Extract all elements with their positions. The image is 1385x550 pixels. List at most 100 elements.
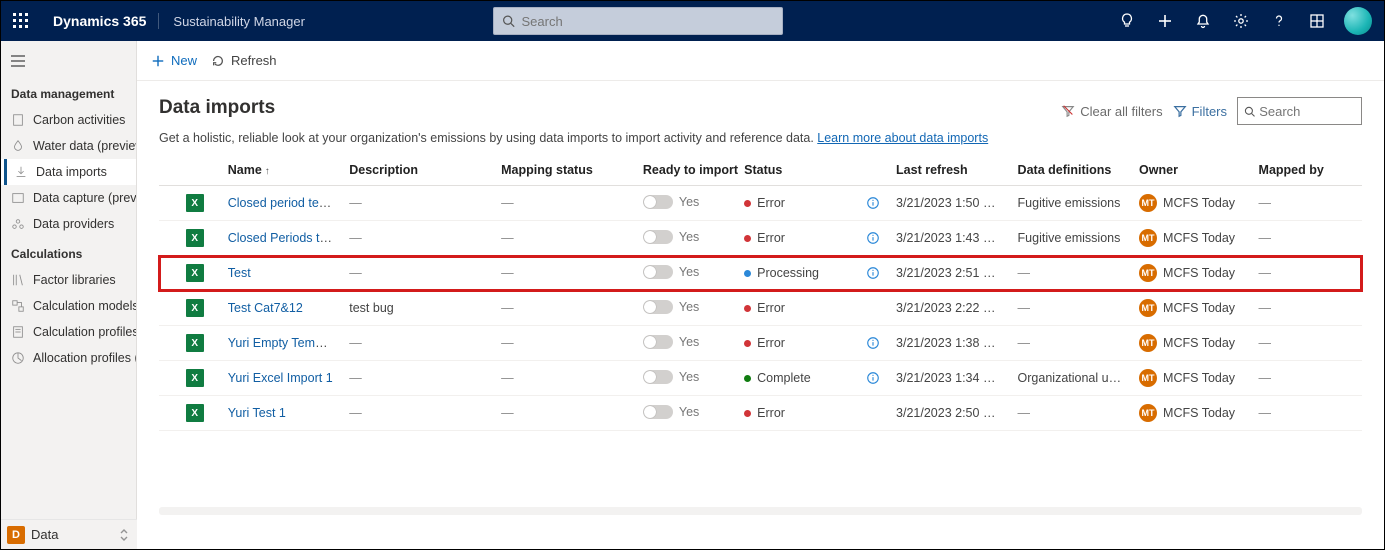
model-icon	[11, 299, 25, 313]
owner-cell[interactable]: MTMCFS Today	[1139, 229, 1242, 247]
ready-toggle[interactable]: Yes	[643, 370, 699, 384]
main-content: New Refresh Data imports Clear all filte…	[137, 41, 1384, 519]
info-icon[interactable]	[866, 336, 880, 350]
global-search[interactable]	[493, 7, 783, 35]
data-definitions-cell: —	[1010, 291, 1132, 326]
owner-cell[interactable]: MTMCFS Today	[1139, 194, 1242, 212]
new-button[interactable]: New	[151, 53, 197, 68]
dash-icon: —	[501, 231, 514, 245]
import-name-link[interactable]: Closed period test 2	[228, 196, 339, 210]
owner-cell[interactable]: MTMCFS Today	[1139, 404, 1242, 422]
lightbulb-icon[interactable]	[1108, 1, 1146, 41]
horizontal-scrollbar[interactable]	[159, 507, 1362, 515]
nav-calculation-profiles[interactable]: Calculation profiles	[1, 319, 136, 345]
import-name-link[interactable]: Test	[228, 266, 251, 280]
ready-toggle[interactable]: Yes	[643, 230, 699, 244]
nav-section-calculations: Calculations	[1, 237, 136, 267]
search-icon	[1244, 105, 1255, 118]
grid-search-input[interactable]	[1259, 104, 1355, 119]
nav-label: Calculation profiles	[33, 325, 136, 339]
nav-data-capture[interactable]: Data capture (preview)	[1, 185, 136, 211]
help-icon[interactable]	[1260, 1, 1298, 41]
global-search-input[interactable]	[521, 14, 774, 29]
col-mapped-by[interactable]: Mapped by	[1251, 155, 1362, 186]
owner-cell[interactable]: MTMCFS Today	[1139, 264, 1242, 282]
app-launcher-icon[interactable]	[1, 1, 41, 41]
bell-icon[interactable]	[1184, 1, 1222, 41]
search-icon	[502, 14, 515, 28]
dash-icon: —	[349, 336, 362, 350]
table-row[interactable]: X Yuri Test 1 — — Yes Error 3/21/2023 2:…	[159, 396, 1362, 431]
col-owner[interactable]: Owner	[1131, 155, 1250, 186]
area-switcher[interactable]: D Data	[1, 519, 137, 549]
learn-more-link[interactable]: Learn more about data imports	[817, 131, 988, 145]
clear-filters-button[interactable]: Clear all filters	[1061, 104, 1162, 119]
nav-data-imports[interactable]: Data imports	[1, 159, 136, 185]
add-icon[interactable]	[1146, 1, 1184, 41]
col-data-definitions[interactable]: Data definitions	[1010, 155, 1132, 186]
table-row[interactable]: X Yuri Empty Template … — — Yes Error 3/…	[159, 326, 1362, 361]
table-row[interactable]: X Test Cat7&12 test bug — Yes Error 3/21…	[159, 291, 1362, 326]
nav-data-providers[interactable]: Data providers	[1, 211, 136, 237]
owner-cell[interactable]: MTMCFS Today	[1139, 334, 1242, 352]
nav-water-data[interactable]: Water data (preview)	[1, 133, 136, 159]
owner-cell[interactable]: MTMCFS Today	[1139, 369, 1242, 387]
info-icon[interactable]	[866, 196, 880, 210]
filters-button[interactable]: Filters	[1173, 104, 1227, 119]
nav-allocation-profiles[interactable]: Allocation profiles (p…	[1, 345, 136, 371]
ready-toggle[interactable]: Yes	[643, 300, 699, 314]
col-ready[interactable]: Ready to import	[635, 155, 736, 186]
allocation-icon	[11, 351, 25, 365]
col-description[interactable]: Description	[341, 155, 493, 186]
ready-toggle[interactable]: Yes	[643, 405, 699, 419]
import-name-link[interactable]: Yuri Test 1	[228, 406, 286, 420]
ready-toggle[interactable]: Yes	[643, 195, 699, 209]
ready-label: Yes	[679, 300, 699, 314]
dash-icon: —	[349, 266, 362, 280]
description-cell: —	[341, 396, 493, 431]
col-mapping-status[interactable]: Mapping status	[493, 155, 635, 186]
nav-carbon-activities[interactable]: Carbon activities	[1, 107, 136, 133]
col-last-refresh[interactable]: Last refresh	[888, 155, 1010, 186]
description-cell: —	[341, 186, 493, 221]
import-name-link[interactable]: Test Cat7&12	[228, 301, 303, 315]
product-brand[interactable]: Dynamics 365	[41, 13, 159, 29]
info-icon[interactable]	[866, 371, 880, 385]
dash-icon: —	[1018, 406, 1031, 420]
dash-icon: —	[501, 371, 514, 385]
description-cell: test bug	[341, 291, 493, 326]
owner-badge: MT	[1139, 404, 1157, 422]
profile-icon	[11, 325, 25, 339]
import-name-link[interactable]: Yuri Excel Import 1	[228, 371, 333, 385]
refresh-button[interactable]: Refresh	[211, 53, 277, 68]
table-row[interactable]: X Yuri Excel Import 1 — — Yes Complete 3…	[159, 361, 1362, 396]
user-avatar[interactable]	[1344, 7, 1372, 35]
info-icon[interactable]	[866, 266, 880, 280]
col-status[interactable]: Status	[736, 155, 888, 186]
dash-icon: —	[349, 231, 362, 245]
ready-toggle[interactable]: Yes	[643, 335, 699, 349]
status-badge: Error	[744, 406, 785, 420]
col-name[interactable]: Name↑	[220, 155, 342, 186]
nav-label: Allocation profiles (p…	[33, 351, 136, 365]
grid-icon[interactable]	[1298, 1, 1336, 41]
description-cell: —	[341, 361, 493, 396]
excel-icon: X	[186, 299, 204, 317]
gear-icon[interactable]	[1222, 1, 1260, 41]
table-row[interactable]: X Test — — Yes Processing 3/21/2023 2:51…	[159, 256, 1362, 291]
refresh-button-label: Refresh	[231, 53, 277, 68]
import-name-link[interactable]: Closed Periods test 1	[228, 231, 342, 245]
owner-cell[interactable]: MTMCFS Today	[1139, 299, 1242, 317]
nav-calculation-models[interactable]: Calculation models	[1, 293, 136, 319]
grid-search[interactable]	[1237, 97, 1362, 125]
ready-toggle[interactable]: Yes	[643, 265, 699, 279]
nav-factor-libraries[interactable]: Factor libraries	[1, 267, 136, 293]
table-row[interactable]: X Closed Periods test 1 — — Yes Error 3/…	[159, 221, 1362, 256]
import-name-link[interactable]: Yuri Empty Template …	[228, 336, 342, 350]
nav-collapse-button[interactable]	[1, 45, 136, 77]
table-row[interactable]: X Closed period test 2 — — Yes Error 3/2…	[159, 186, 1362, 221]
nav-label: Data providers	[33, 217, 114, 231]
info-icon[interactable]	[866, 231, 880, 245]
area-badge: D	[7, 526, 25, 544]
ready-label: Yes	[679, 230, 699, 244]
